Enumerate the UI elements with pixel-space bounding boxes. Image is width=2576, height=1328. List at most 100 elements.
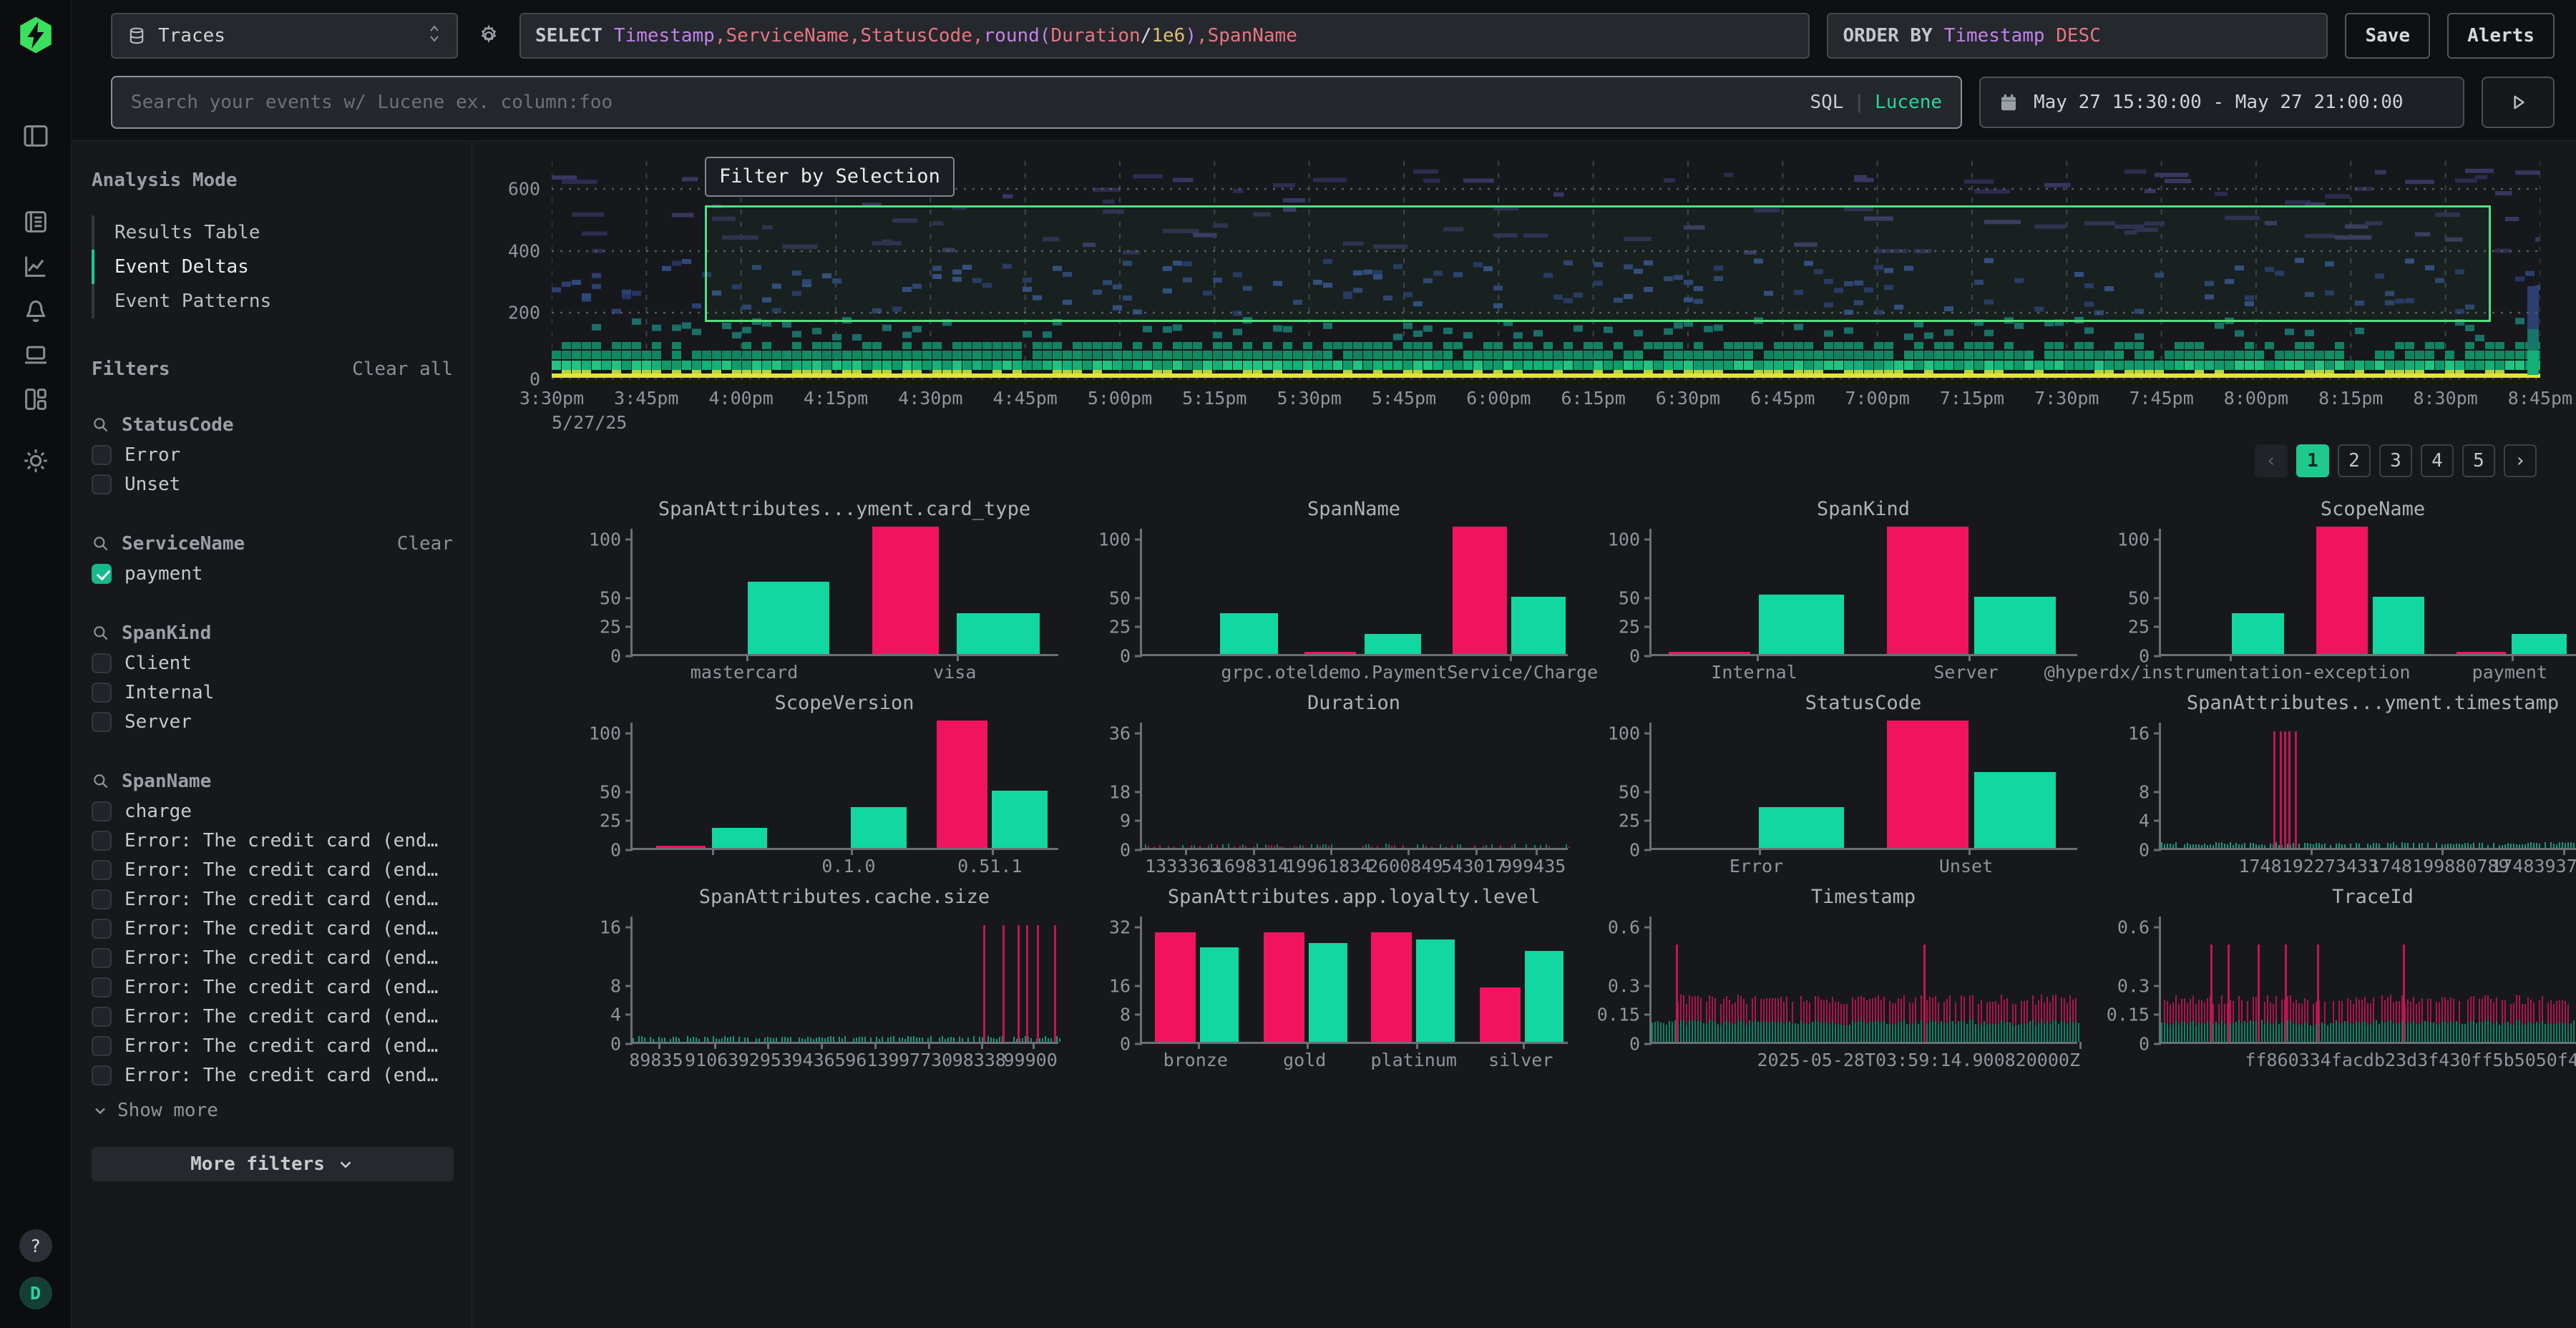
filter-group-clear-link[interactable]: Clear [397, 533, 453, 555]
checkbox[interactable] [92, 712, 112, 732]
hyperdx-logo-icon[interactable] [15, 14, 57, 56]
mini-y-tick: 0 [1120, 1034, 1131, 1055]
search-log-icon[interactable] [20, 206, 52, 238]
mini-chart-scopename[interactable]: ScopeName10050250@hyperdx/instrumentatio… [2094, 496, 2576, 690]
mini-chart-duration[interactable]: Duration36189013333631698314199618342600… [1075, 690, 1585, 884]
checkbox[interactable] [92, 831, 112, 851]
clear-all-filters-link[interactable]: Clear all [352, 358, 453, 380]
filter-option-server[interactable]: Server [92, 707, 453, 736]
dashboards-layout-icon[interactable] [20, 384, 52, 415]
checkbox[interactable] [92, 564, 112, 584]
checkbox[interactable] [92, 801, 112, 821]
filter-option-error[interactable]: Error [92, 440, 453, 469]
sessions-laptop-icon[interactable] [20, 339, 52, 371]
filter-option-error-the-credit-card-end[interactable]: Error: The credit card (end… [92, 1002, 453, 1031]
filter-option-unset[interactable]: Unset [92, 469, 453, 499]
pagination-page-2[interactable]: 2 [2338, 444, 2371, 477]
source-settings-gear-icon[interactable] [477, 24, 501, 48]
search-icon[interactable] [92, 416, 110, 434]
noise-inlier [1978, 1025, 1979, 1042]
filter-option-charge[interactable]: charge [92, 796, 453, 826]
analysis-mode-item-event-deltas[interactable]: Event Deltas [94, 250, 453, 284]
mini-chart-statuscode[interactable]: StatusCode10050250ErrorUnset [1585, 690, 2094, 884]
filter-option-error-the-credit-card-end[interactable]: Error: The credit card (end… [92, 1060, 453, 1090]
noise-inlier [2296, 1022, 2297, 1042]
date-range-picker[interactable]: May 27 15:30:00 - May 27 21:00:00 [1979, 77, 2464, 128]
checkbox[interactable] [92, 1007, 112, 1027]
noise-inlier [784, 1037, 786, 1042]
mini-chart-traceid[interactable]: TraceId0.60.30.150ff860334facdb23d3f430f… [2094, 884, 2576, 1078]
noise-inlier [2298, 1025, 2300, 1042]
source-select[interactable]: Traces [111, 13, 458, 59]
sql-mode-toggle[interactable]: SQL [1810, 92, 1843, 113]
mini-chart-title: SpanAttributes...yment.card_type [630, 496, 1058, 529]
checkbox[interactable] [92, 889, 112, 909]
user-avatar[interactable]: D [19, 1276, 52, 1309]
search-icon[interactable] [92, 772, 110, 791]
filter-option-error-the-credit-card-end[interactable]: Error: The credit card (end… [92, 884, 453, 914]
pagination-prev-button[interactable]: ‹ [2255, 444, 2288, 477]
chart-selection-box[interactable] [705, 205, 2491, 322]
pagination-page-1[interactable]: 1 [2296, 444, 2329, 477]
checkbox[interactable] [92, 948, 112, 968]
filter-option-internal[interactable]: Internal [92, 678, 453, 707]
noise-bar [1540, 845, 1541, 848]
mini-chart-timestamp[interactable]: Timestamp0.60.30.1502025-05-28T03:59:14.… [1585, 884, 2094, 1078]
filter-by-selection-tooltip[interactable]: Filter by Selection [705, 157, 955, 197]
filter-option-error-the-credit-card-end[interactable]: Error: The credit card (end… [92, 943, 453, 972]
pagination-page-3[interactable]: 3 [2379, 444, 2412, 477]
filter-option-payment[interactable]: payment [92, 559, 453, 588]
filter-option-error-the-credit-card-end[interactable]: Error: The credit card (end… [92, 972, 453, 1002]
lucene-mode-toggle[interactable]: Lucene [1875, 92, 1942, 113]
noise-inlier [2370, 1025, 2371, 1042]
panel-toggle-icon[interactable] [20, 120, 52, 152]
checkbox[interactable] [92, 683, 112, 703]
filter-option-error-the-credit-card-end[interactable]: Error: The credit card (end… [92, 1031, 453, 1060]
filter-option-error-the-credit-card-end[interactable]: Error: The credit card (end… [92, 826, 453, 855]
events-heatmap-chart[interactable]: Filter by Selection 6004002000 [552, 161, 2540, 379]
checkbox[interactable] [92, 474, 112, 494]
alerts-button[interactable]: Alerts [2447, 13, 2555, 59]
noise-inlier [2376, 1020, 2377, 1042]
checkbox[interactable] [92, 653, 112, 673]
analysis-mode-item-event-patterns[interactable]: Event Patterns [94, 284, 453, 318]
checkbox[interactable] [92, 860, 112, 880]
checkbox[interactable] [92, 919, 112, 939]
mini-chart-scopeversion[interactable]: ScopeVersion100502500.1.00.51.1 [566, 690, 1075, 884]
filter-option-client[interactable]: Client [92, 648, 453, 678]
mini-chart-spanattributes-yment-timestamp[interactable]: SpanAttributes...yment.timestamp16840174… [2094, 690, 2576, 884]
search-icon[interactable] [92, 534, 110, 553]
mini-chart-spanattributes-yment-card-type[interactable]: SpanAttributes...yment.card_type10050250… [566, 496, 1075, 690]
pagination-page-4[interactable]: 4 [2421, 444, 2454, 477]
noise-inlier [2004, 1022, 2005, 1042]
more-filters-button[interactable]: More filters [92, 1147, 454, 1181]
analysis-mode-item-results-table[interactable]: Results Table [94, 215, 453, 250]
mini-chart-spankind[interactable]: SpanKind10050250InternalServer [1585, 496, 2094, 690]
pagination-next-button[interactable]: › [2504, 444, 2537, 477]
checkbox[interactable] [92, 1036, 112, 1056]
checkbox[interactable] [92, 445, 112, 465]
noise-inlier [1863, 1022, 1865, 1042]
order-by-input[interactable]: ORDER BY Timestamp DESC [1827, 13, 2328, 59]
checkbox[interactable] [92, 1065, 112, 1085]
save-button[interactable]: Save [2345, 13, 2430, 59]
settings-gear-icon[interactable] [20, 445, 52, 477]
pagination-page-5[interactable]: 5 [2462, 444, 2495, 477]
mini-chart-spanattributes-app-loyalty-level[interactable]: SpanAttributes.app.loyalty.level321680br… [1075, 884, 1585, 1078]
help-button[interactable]: ? [19, 1229, 52, 1262]
noise-inlier [2370, 845, 2371, 848]
search-icon[interactable] [92, 624, 110, 643]
checkbox[interactable] [92, 977, 112, 997]
show-more-link[interactable]: Show more [92, 1100, 453, 1121]
chart-icon[interactable] [20, 250, 52, 282]
noise-inlier [650, 1037, 651, 1042]
filter-option-error-the-credit-card-end[interactable]: Error: The credit card (end… [92, 914, 453, 943]
search-input[interactable]: Search your events w/ Lucene ex. column:… [111, 76, 1962, 129]
filter-option-error-the-credit-card-end[interactable]: Error: The credit card (end… [92, 855, 453, 884]
select-query-input[interactable]: SELECT Timestamp,ServiceName,StatusCode,… [519, 13, 1810, 59]
mini-chart-spanname[interactable]: SpanName10050250grpc.oteldemo.PaymentSer… [1075, 496, 1585, 690]
mini-y-tick: 18 [1109, 781, 1131, 802]
alerts-bell-icon[interactable] [20, 295, 52, 326]
mini-chart-spanattributes-cache-size[interactable]: SpanAttributes.cache.size168408983591063… [566, 884, 1075, 1078]
run-query-button[interactable] [2482, 77, 2555, 128]
